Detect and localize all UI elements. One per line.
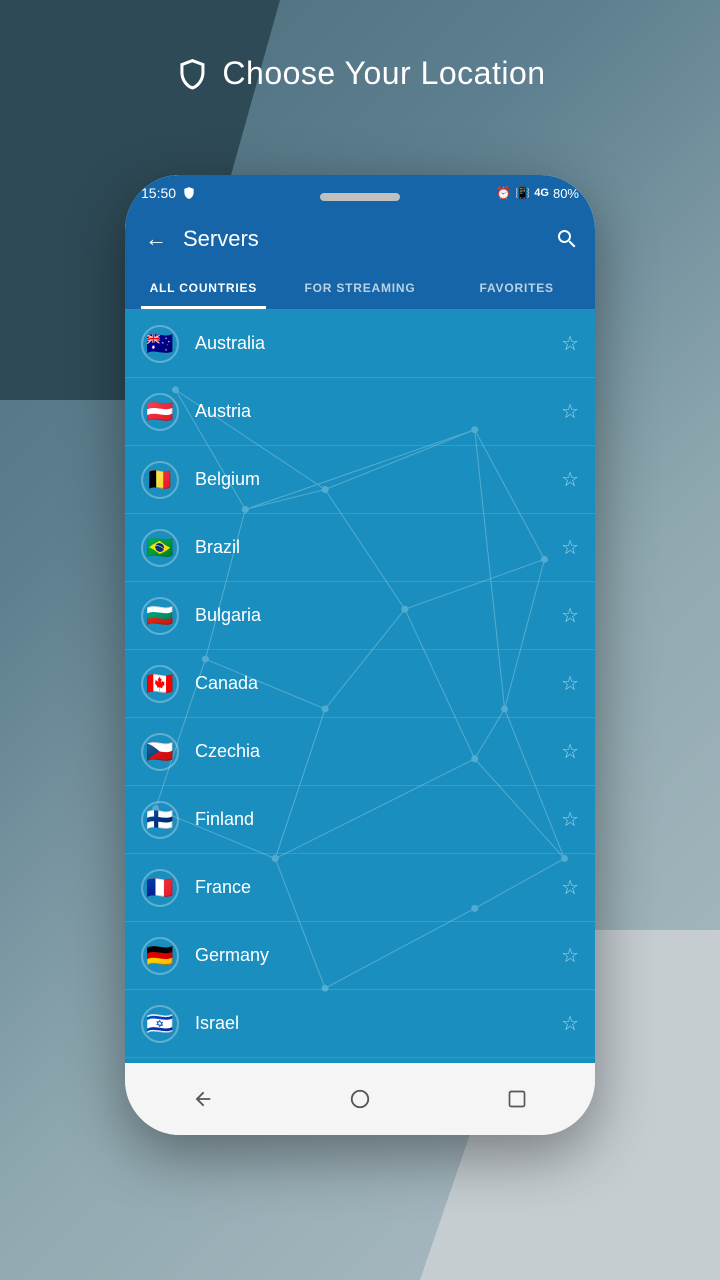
- flag-canada: 🇨🇦: [141, 665, 179, 703]
- favorite-star-brazil[interactable]: ☆: [561, 535, 579, 560]
- flag-israel: 🇮🇱: [141, 1005, 179, 1043]
- flag-brazil: 🇧🇷: [141, 529, 179, 567]
- favorite-star-bulgaria[interactable]: ☆: [561, 603, 579, 628]
- country-item-germany[interactable]: 🇩🇪 Germany ☆: [125, 922, 595, 990]
- nav-recent-button[interactable]: [501, 1083, 533, 1115]
- phone-screen: 15:50 ⏰ 📳 4G 80% ← Servers ALL COUN: [125, 175, 595, 1063]
- country-name-australia: Australia: [195, 333, 561, 354]
- page-header-title: Choose Your Location: [222, 55, 545, 92]
- vpn-status-icon: [182, 186, 196, 200]
- country-name-canada: Canada: [195, 673, 561, 694]
- flag-germany: 🇩🇪: [141, 937, 179, 975]
- vibrate-icon: 📳: [515, 186, 530, 200]
- country-item-israel[interactable]: 🇮🇱 Israel ☆: [125, 990, 595, 1058]
- favorite-star-finland[interactable]: ☆: [561, 807, 579, 832]
- country-name-austria: Austria: [195, 401, 561, 422]
- country-name-czechia: Czechia: [195, 741, 561, 762]
- country-item-czechia[interactable]: 🇨🇿 Czechia ☆: [125, 718, 595, 786]
- country-name-germany: Germany: [195, 945, 561, 966]
- tab-all-countries[interactable]: ALL COUNTRIES: [125, 267, 282, 309]
- signal-icon: 4G: [534, 187, 549, 199]
- country-item-belgium[interactable]: 🇧🇪 Belgium ☆: [125, 446, 595, 514]
- tabs-bar: ALL COUNTRIES FOR STREAMING FAVORITES: [125, 267, 595, 310]
- favorite-star-australia[interactable]: ☆: [561, 331, 579, 356]
- flag-finland: 🇫🇮: [141, 801, 179, 839]
- country-name-belgium: Belgium: [195, 469, 561, 490]
- country-name-bulgaria: Bulgaria: [195, 605, 561, 626]
- phone-speaker: [320, 193, 400, 201]
- country-item-canada[interactable]: 🇨🇦 Canada ☆: [125, 650, 595, 718]
- alarm-icon: ⏰: [496, 186, 511, 200]
- flag-france: 🇫🇷: [141, 869, 179, 907]
- favorite-star-israel[interactable]: ☆: [561, 1011, 579, 1036]
- country-item-austria[interactable]: 🇦🇹 Austria ☆: [125, 378, 595, 446]
- top-bar: ← Servers: [125, 211, 595, 267]
- battery-text: 80%: [553, 186, 579, 201]
- favorite-star-belgium[interactable]: ☆: [561, 467, 579, 492]
- favorite-star-canada[interactable]: ☆: [561, 671, 579, 696]
- shield-icon: [174, 56, 210, 92]
- top-bar-title: Servers: [183, 226, 543, 252]
- country-item-brazil[interactable]: 🇧🇷 Brazil ☆: [125, 514, 595, 582]
- phone-nav-bar: [125, 1063, 595, 1135]
- flag-bulgaria: 🇧🇬: [141, 597, 179, 635]
- favorite-star-germany[interactable]: ☆: [561, 943, 579, 968]
- status-time-area: 15:50: [141, 185, 196, 201]
- page-header: Choose Your Location: [174, 55, 545, 92]
- country-list: 🇦🇺 Australia ☆ 🇦🇹 Austria ☆ 🇧🇪 Belgium ☆…: [125, 310, 595, 1058]
- flag-belgium: 🇧🇪: [141, 461, 179, 499]
- country-item-finland[interactable]: 🇫🇮 Finland ☆: [125, 786, 595, 854]
- flag-australia: 🇦🇺: [141, 325, 179, 363]
- country-items-container: 🇦🇺 Australia ☆ 🇦🇹 Austria ☆ 🇧🇪 Belgium ☆…: [125, 310, 595, 1058]
- nav-back-button[interactable]: [187, 1083, 219, 1115]
- flag-austria: 🇦🇹: [141, 393, 179, 431]
- status-time: 15:50: [141, 185, 176, 201]
- tab-for-streaming[interactable]: FOR STREAMING: [282, 267, 439, 309]
- country-name-france: France: [195, 877, 561, 898]
- back-button[interactable]: ←: [141, 222, 171, 256]
- favorite-star-austria[interactable]: ☆: [561, 399, 579, 424]
- phone-frame: 15:50 ⏰ 📳 4G 80% ← Servers ALL COUN: [125, 175, 595, 1135]
- search-icon[interactable]: [555, 227, 579, 251]
- status-icons: ⏰ 📳 4G 80%: [496, 186, 579, 201]
- favorite-star-czechia[interactable]: ☆: [561, 739, 579, 764]
- tab-favorites[interactable]: FAVORITES: [438, 267, 595, 309]
- nav-home-button[interactable]: [344, 1083, 376, 1115]
- country-item-australia[interactable]: 🇦🇺 Australia ☆: [125, 310, 595, 378]
- favorite-star-france[interactable]: ☆: [561, 875, 579, 900]
- country-name-israel: Israel: [195, 1013, 561, 1034]
- country-item-bulgaria[interactable]: 🇧🇬 Bulgaria ☆: [125, 582, 595, 650]
- flag-czechia: 🇨🇿: [141, 733, 179, 771]
- country-name-finland: Finland: [195, 809, 561, 830]
- country-item-france[interactable]: 🇫🇷 France ☆: [125, 854, 595, 922]
- country-name-brazil: Brazil: [195, 537, 561, 558]
